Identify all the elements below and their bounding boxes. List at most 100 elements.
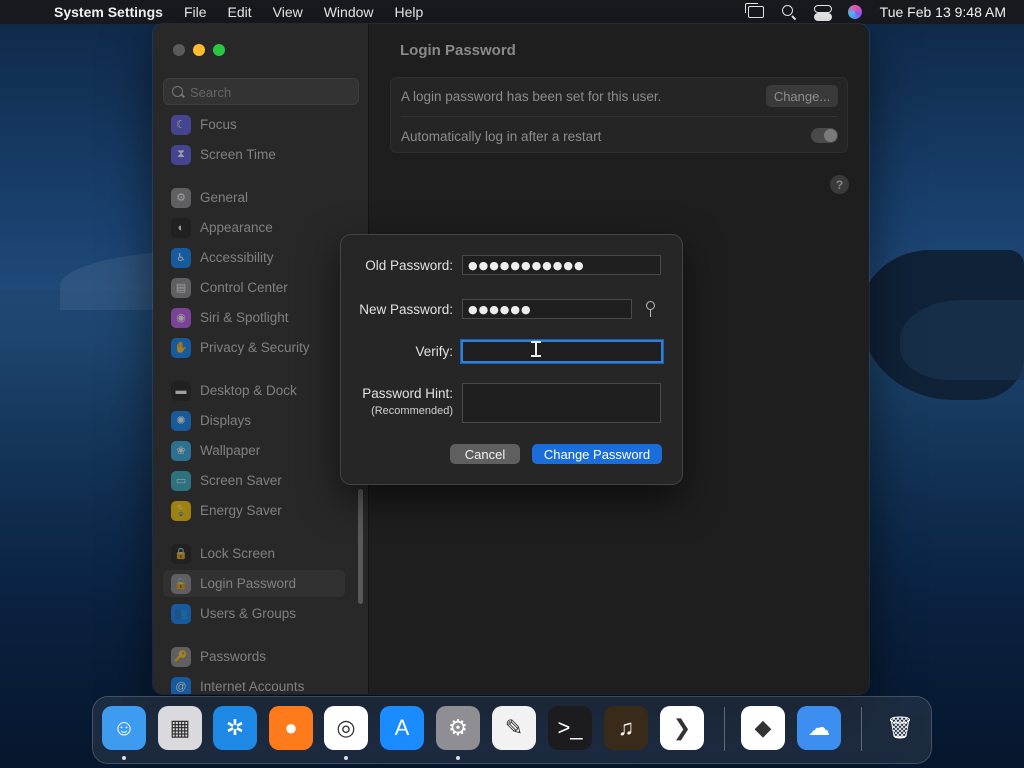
sidebar-item-displays[interactable]: ✺ Displays <box>163 407 345 434</box>
dock-garageband[interactable]: ♫ <box>604 706 648 750</box>
sidebar-item-desktop-dock[interactable]: ▬ Desktop & Dock <box>163 377 345 404</box>
sidebar-item-label: Appearance <box>200 220 273 235</box>
help-button[interactable]: ? <box>830 175 849 194</box>
dock-weather[interactable]: ☁ <box>797 706 841 750</box>
zoom-button[interactable] <box>213 44 225 56</box>
sidebar-item-label: Accessibility <box>200 250 274 265</box>
dock-visual-studio[interactable]: ◆ <box>741 706 785 750</box>
hand-icon: ✋ <box>171 337 191 358</box>
password-assistant-key-icon[interactable] <box>644 301 656 317</box>
sidebar-item-focus[interactable]: ☾ Focus <box>163 111 345 138</box>
sidebar-scrollbar[interactable] <box>358 489 363 604</box>
sidebar-item-label: Energy Saver <box>200 503 282 518</box>
dock-terminal[interactable]: >_ <box>548 706 592 750</box>
dock-running-indicator <box>344 756 348 760</box>
sidebar-item-label: Screen Time <box>200 147 276 162</box>
users-icon: 👥 <box>171 603 191 624</box>
window-controls <box>173 44 225 56</box>
minimize-button[interactable] <box>193 44 205 56</box>
sidebar-item-passwords[interactable]: 🔑 Passwords <box>163 643 345 670</box>
control-center-icon: ▤ <box>171 277 191 298</box>
sidebar-item-siri-spotlight[interactable]: ◉ Siri & Spotlight <box>163 304 345 331</box>
sidebar-item-internet-accounts[interactable]: @ Internet Accounts <box>163 673 345 694</box>
menu-file[interactable]: File <box>184 4 207 20</box>
sidebar-search <box>163 78 359 105</box>
dock-firefox[interactable]: ● <box>269 706 313 750</box>
sidebar-item-accessibility[interactable]: ♿ Accessibility <box>163 244 345 271</box>
change-password-submit-button[interactable]: Change Password <box>532 444 662 464</box>
login-password-group: A login password has been set for this u… <box>390 77 848 153</box>
sidebar-item-control-center[interactable]: ▤ Control Center <box>163 274 345 301</box>
sidebar-search-input[interactable] <box>190 82 350 102</box>
sidebar-item-wallpaper[interactable]: ❀ Wallpaper <box>163 437 345 464</box>
sidebar-item-label: Internet Accounts <box>200 679 305 694</box>
dock-finder[interactable]: ☺ <box>102 706 146 750</box>
visual-studio-icon: ◆ <box>754 715 772 740</box>
menu-view[interactable]: View <box>273 4 303 20</box>
sidebar-item-label: Focus <box>200 117 237 132</box>
menu-window[interactable]: Window <box>324 4 374 20</box>
sidebar-item-privacy-security[interactable]: ✋ Privacy & Security <box>163 334 345 361</box>
screen-saver-icon: ▭ <box>171 470 191 491</box>
sidebar-item-label: General <box>200 190 249 205</box>
dock-trash[interactable]: 🗑 <box>878 706 922 750</box>
spotlight-search-icon[interactable] <box>781 5 796 19</box>
screen-mirroring-icon[interactable] <box>744 3 764 18</box>
focus-icon: ☾ <box>171 114 191 135</box>
siri-icon[interactable] <box>847 5 862 19</box>
wallpaper-icon: ❀ <box>171 440 191 461</box>
control-center-icon[interactable] <box>813 5 832 21</box>
textedit-icon: ✎ <box>504 715 524 740</box>
dock-textedit[interactable]: ✎ <box>492 706 536 750</box>
auto-login-toggle[interactable] <box>811 128 838 143</box>
password-hint-field[interactable] <box>462 383 661 423</box>
lock-icon: 🔒 <box>171 543 191 564</box>
menu-edit[interactable]: Edit <box>228 4 252 20</box>
app-menu[interactable]: System Settings <box>54 4 163 20</box>
old-password-label: Old Password: <box>365 258 453 273</box>
terminal-icon: >_ <box>557 715 583 740</box>
gear-icon: ⚙ <box>448 715 468 740</box>
lock-icon: 🔒 <box>171 573 191 594</box>
chrome-icon: ◎ <box>336 715 356 740</box>
sidebar-item-screen-saver[interactable]: ▭ Screen Saver <box>163 467 345 494</box>
appearance-icon: ◐ <box>171 217 191 238</box>
cancel-button[interactable]: Cancel <box>450 444 520 464</box>
verify-label: Verify: <box>415 344 453 359</box>
trash-icon: 🗑 <box>886 715 914 740</box>
sidebar-item-general[interactable]: ⚙ General <box>163 184 345 211</box>
sidebar-item-screen-time[interactable]: ⧗ Screen Time <box>163 141 345 168</box>
change-password-button[interactable]: Change... <box>766 85 838 107</box>
password-hint-label: Password Hint: <box>362 386 453 401</box>
close-button[interactable] <box>173 44 185 56</box>
lightbulb-icon: 💡 <box>171 500 191 521</box>
sidebar-item-appearance[interactable]: ◐ Appearance <box>163 214 345 241</box>
sidebar: ☾ Focus ⧗ Screen Time ⚙ General ◐ Appear… <box>153 24 369 694</box>
dock-icon: ▬ <box>171 380 191 401</box>
dock-vscode[interactable]: ❯ <box>660 706 704 750</box>
verify-password-field[interactable] <box>461 340 663 363</box>
change-password-dialog: Old Password: New Password: Verify: Pass… <box>341 235 682 484</box>
sidebar-item-lock-screen[interactable]: 🔒 Lock Screen <box>163 540 345 567</box>
sidebar-item-login-password[interactable]: 🔒 Login Password <box>163 570 345 597</box>
dock-separator <box>861 707 862 751</box>
dock-running-indicator <box>122 756 126 760</box>
sidebar-item-users-groups[interactable]: 👥 Users & Groups <box>163 600 345 627</box>
dock-launchpad[interactable]: ▦ <box>158 706 202 750</box>
search-icon <box>172 86 183 97</box>
weather-icon: ☁ <box>808 715 830 740</box>
dock-chrome[interactable]: ◎ <box>324 706 368 750</box>
vscode-icon: ❯ <box>672 715 692 740</box>
dock-safari[interactable]: ✲ <box>213 706 257 750</box>
menu-bar-clock[interactable]: Tue Feb 13 9:48 AM <box>880 4 1006 20</box>
menu-help[interactable]: Help <box>395 4 424 20</box>
finder-icon: ☺ <box>112 715 136 740</box>
sidebar-item-label: Screen Saver <box>200 473 282 488</box>
dock-system-settings[interactable]: ⚙ <box>436 706 480 750</box>
password-hint-sublabel: (Recommended) <box>371 405 453 417</box>
wallpaper-rock-shadow <box>900 300 1024 380</box>
dock-app-store[interactable]: A <box>380 706 424 750</box>
old-password-field[interactable] <box>462 255 661 275</box>
new-password-field[interactable] <box>462 299 632 319</box>
sidebar-item-energy-saver[interactable]: 💡 Energy Saver <box>163 497 345 524</box>
